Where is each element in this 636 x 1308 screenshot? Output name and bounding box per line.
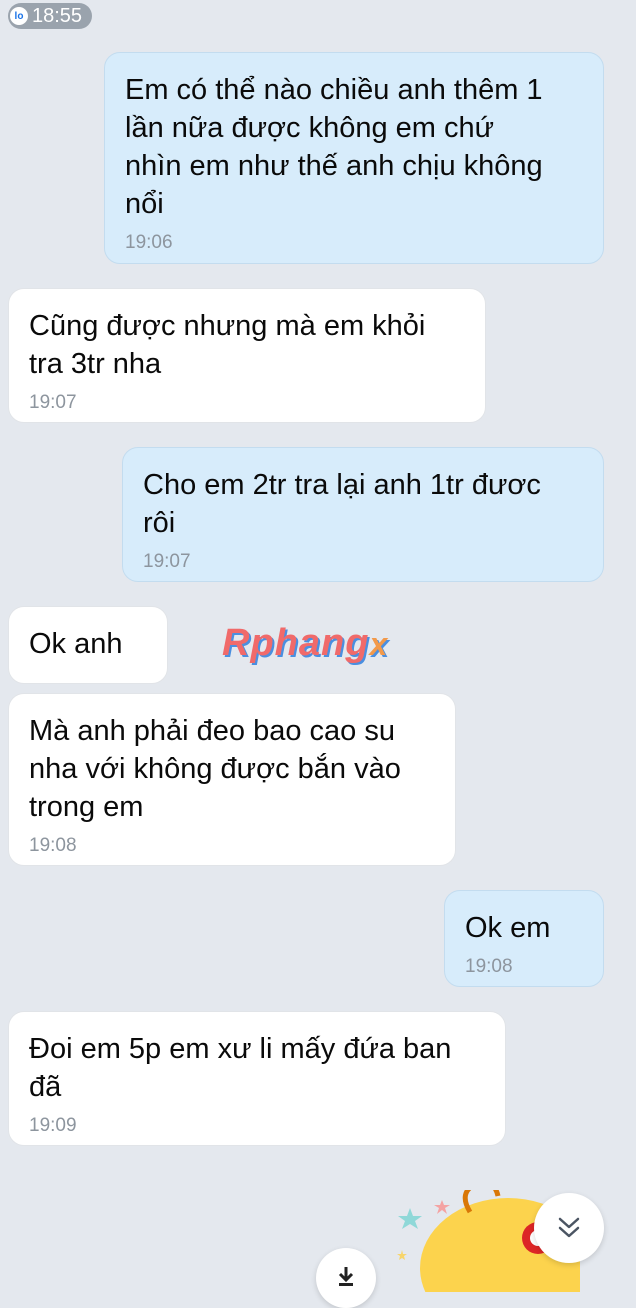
message-time: 19:07 [29,392,77,413]
message-time: 19:06 [125,232,173,253]
message-text: Ok em [465,912,551,944]
message-time: 19:09 [29,1115,77,1136]
message-bubble-outgoing[interactable]: Cho em 2tr tra lại anh 1tr đươc rôi 19:0… [122,447,604,582]
message-text: Cho em 2tr tra lại anh 1tr đươc rôi [143,469,541,539]
message-text: Ok anh [29,628,123,660]
scroll-down-button[interactable] [534,1193,604,1263]
message-text: Mà anh phải đeo bao cao su nha với không… [29,715,401,823]
download-arrow-icon [338,1267,354,1286]
message-time: 19:08 [465,956,513,977]
message-text: Đoi em 5p em xư li mấy đứa ban đã [29,1033,452,1103]
message-bubble-outgoing[interactable]: Ok em 19:08 [444,890,604,987]
message-time: 19:07 [143,551,191,572]
message-bubble-incoming[interactable]: Mà anh phải đeo bao cao su nha với không… [8,693,456,866]
app-notification-icon: lo [10,7,28,25]
download-button[interactable] [316,1248,376,1308]
message-bubble-incoming[interactable]: Ok anh [8,606,168,684]
status-bar-pill: lo 18:55 [8,3,93,29]
watermark-logo: Rphangx [222,622,389,664]
message-time: 19:08 [29,835,77,856]
chevron-double-down-icon [558,1217,580,1238]
message-text: Em có thể nào chiều anh thêm 1 lần nữa đ… [125,74,543,220]
message-text: Cũng được nhưng mà em khỏi tra 3tr nha [29,310,426,380]
status-time: 18:55 [32,4,83,27]
message-bubble-incoming[interactable]: Đoi em 5p em xư li mấy đứa ban đã 19:09 [8,1011,506,1146]
message-bubble-outgoing[interactable]: Em có thể nào chiều anh thêm 1 lần nữa đ… [104,52,604,264]
message-bubble-incoming[interactable]: Cũng được nhưng mà em khỏi tra 3tr nha 1… [8,288,486,423]
